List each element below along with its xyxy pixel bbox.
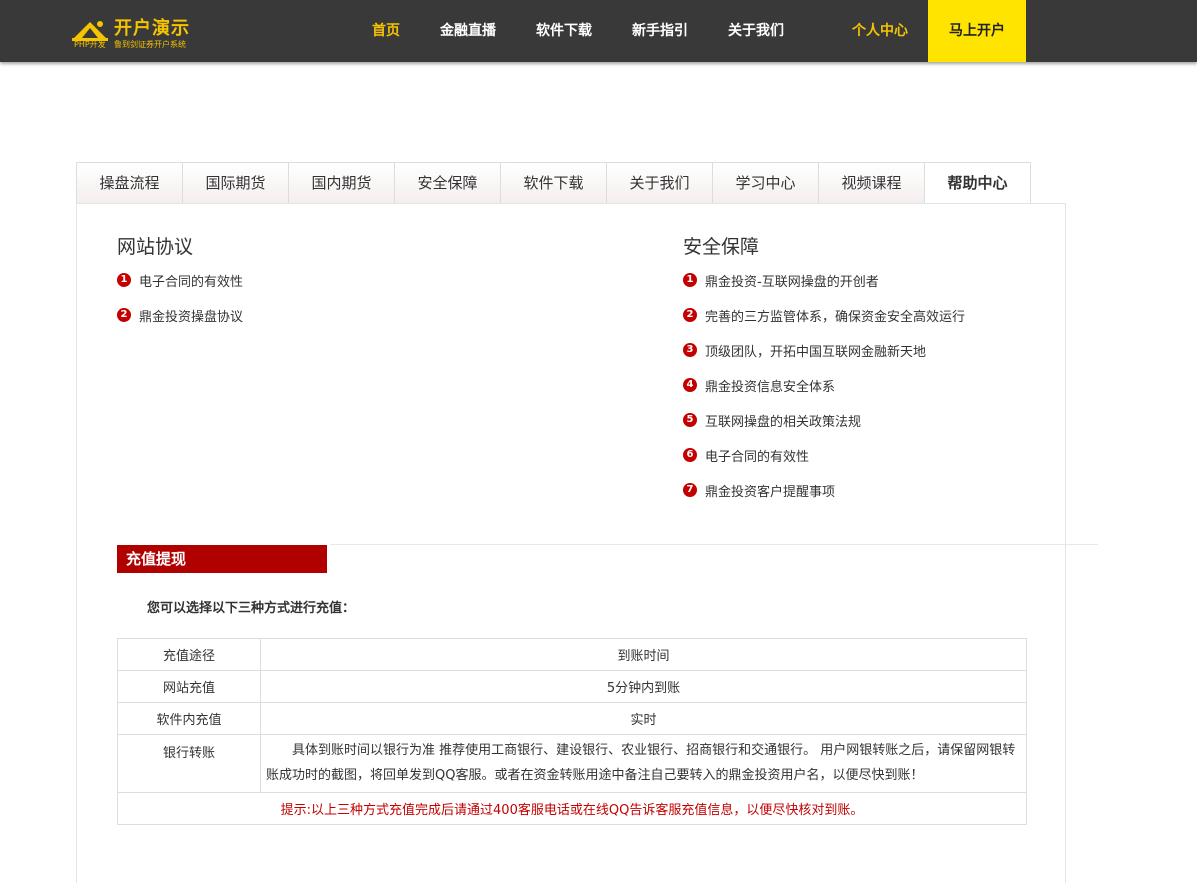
list-item[interactable]: 1 鼎金投资-互联网操盘的开创者	[683, 271, 879, 291]
tab-software-download[interactable]: 软件下载	[501, 163, 607, 204]
list-item[interactable]: 4 鼎金投资信息安全体系	[683, 376, 835, 396]
nav-home[interactable]: 首页	[371, 0, 401, 62]
table-header-row: 充值途径 到账时间	[117, 638, 1027, 671]
table-row: 软件内充值 实时	[117, 702, 1027, 735]
nav-beginner-guide[interactable]: 新手指引	[631, 0, 689, 62]
table-cell: 银行转账	[117, 734, 261, 793]
list-item[interactable]: 6 电子合同的有效性	[683, 446, 809, 466]
number-badge: 1	[683, 272, 697, 287]
list-item[interactable]: 5 互联网操盘的相关政策法规	[683, 411, 861, 431]
table-row: 银行转账 具体到账时间以银行为准 推荐使用工商银行、建设银行、农业银行、招商银行…	[117, 734, 1027, 793]
nav-personal-center[interactable]: 个人中心	[851, 0, 909, 62]
logo-subtitle-b: 鲁到剑证券开户系统	[114, 40, 186, 49]
section-divider	[330, 544, 1098, 545]
table-cell: 软件内充值	[117, 702, 261, 735]
table-tip-row: 提示:以上三种方式充值完成后请通过400客服电话或在线QQ告诉客服充值信息，以便…	[117, 792, 1027, 825]
recharge-section-heading: 充值提现	[117, 545, 327, 573]
table-cell: 5分钟内到账	[260, 670, 1027, 703]
tab-about-us[interactable]: 关于我们	[607, 163, 713, 204]
tab-video-courses[interactable]: 视频课程	[819, 163, 925, 204]
table-header-cell: 到账时间	[260, 638, 1027, 671]
website-agreement-title: 网站协议	[117, 236, 194, 258]
recharge-table: 充值途径 到账时间 网站充值 5分钟内到账 软件内充值 实时 银行转账 具体到账…	[117, 638, 1027, 825]
table-cell: 具体到账时间以银行为准 推荐使用工商银行、建设银行、农业银行、招商银行和交通银行…	[260, 734, 1027, 793]
top-nav-bar: 开户演示 PHP开发 鲁到剑证券开户系统 首页 金融直播 软件下载 新手指引 关…	[0, 0, 1197, 62]
logo-subtitle-a: PHP开发	[74, 40, 106, 49]
nav-software-download[interactable]: 软件下载	[535, 0, 593, 62]
number-badge: 2	[683, 307, 697, 322]
tab-international-futures[interactable]: 国际期货	[183, 163, 289, 204]
recharge-intro: 您可以选择以下三种方式进行充值：	[147, 601, 356, 616]
tab-learning-center[interactable]: 学习中心	[713, 163, 819, 204]
category-tabs: 操盘流程 国际期货 国内期货 安全保障 软件下载 关于我们 学习中心 视频课程 …	[76, 162, 1031, 204]
list-item[interactable]: 2 完善的三方监管体系，确保资金安全高效运行	[683, 306, 965, 326]
list-item[interactable]: 7 鼎金投资客户提醒事项	[683, 481, 835, 501]
number-badge: 6	[683, 447, 697, 462]
nav-about-us[interactable]: 关于我们	[727, 0, 785, 62]
table-row: 网站充值 5分钟内到账	[117, 670, 1027, 703]
tab-help-center[interactable]: 帮助中心	[925, 163, 1031, 204]
number-badge: 4	[683, 377, 697, 392]
tab-domestic-futures[interactable]: 国内期货	[289, 163, 395, 204]
table-cell: 网站充值	[117, 670, 261, 703]
nav-finance-live[interactable]: 金融直播	[439, 0, 497, 62]
tab-security[interactable]: 安全保障	[395, 163, 501, 204]
list-item[interactable]: 1 电子合同的有效性	[117, 271, 243, 291]
list-item[interactable]: 3 顶级团队，开拓中国互联网金融新天地	[683, 341, 926, 361]
logo-title: 开户演示	[114, 18, 190, 39]
table-cell: 实时	[260, 702, 1027, 735]
list-item[interactable]: 2 鼎金投资操盘协议	[117, 306, 243, 326]
number-badge: 5	[683, 412, 697, 427]
site-logo[interactable]: 开户演示 PHP开发 鲁到剑证券开户系统	[70, 12, 210, 52]
number-badge: 7	[683, 482, 697, 497]
number-badge: 1	[117, 272, 131, 287]
number-badge: 3	[683, 342, 697, 357]
number-badge: 2	[117, 307, 131, 322]
open-account-button[interactable]: 马上开户	[928, 0, 1026, 62]
security-guarantee-title: 安全保障	[683, 236, 760, 258]
table-header-cell: 充值途径	[117, 638, 261, 671]
tab-trading-process[interactable]: 操盘流程	[77, 163, 183, 204]
recharge-tip: 提示:以上三种方式充值完成后请通过400客服电话或在线QQ告诉客服充值信息，以便…	[117, 792, 1027, 825]
